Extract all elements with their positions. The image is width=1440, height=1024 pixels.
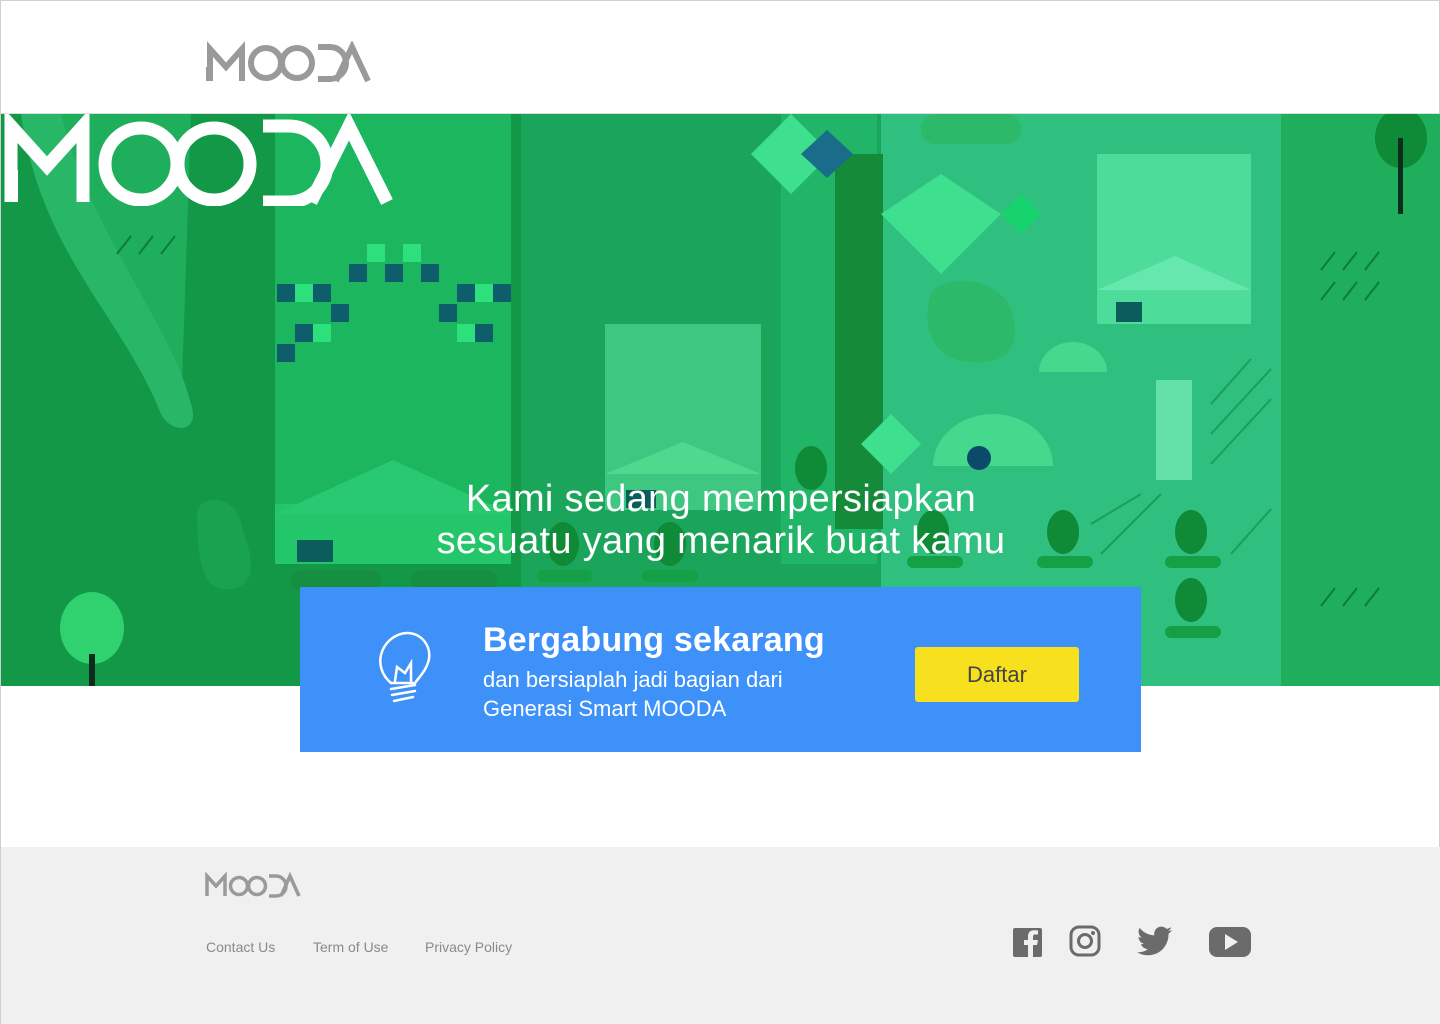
- cta-subtitle: dan bersiaplah jadi bagian dari Generasi…: [483, 665, 863, 723]
- instagram-icon[interactable]: [1069, 923, 1101, 959]
- twitter-icon[interactable]: [1137, 923, 1173, 959]
- page: Kami sedang mempersiapkan sesuatu yang m…: [0, 0, 1440, 1024]
- mooda-hero-logo: [4, 114, 393, 206]
- daftar-button[interactable]: Daftar: [915, 647, 1079, 702]
- footer-link-contact-us[interactable]: Contact Us: [206, 939, 275, 955]
- footer-link-term-of-use[interactable]: Term of Use: [313, 939, 388, 955]
- footer-mooda-logo[interactable]: [205, 872, 301, 898]
- cta-subtitle-line2: Generasi Smart MOODA: [483, 696, 727, 721]
- facebook-icon[interactable]: [1013, 923, 1043, 959]
- cta-title: Bergabung sekarang: [483, 621, 825, 659]
- lightbulb-icon: [379, 631, 431, 703]
- header: [1, 1, 1439, 114]
- mooda-logo[interactable]: [206, 41, 372, 83]
- youtube-icon[interactable]: [1209, 923, 1251, 959]
- hero-headline-line1: Kami sedang mempersiapkan: [465, 478, 977, 520]
- cta-subtitle-line1: dan bersiaplah jadi bagian dari: [483, 667, 783, 692]
- hero-headline: Kami sedang mempersiapkan sesuatu yang m…: [1, 478, 1440, 562]
- hero-headline-line2: sesuatu yang menarik buat kamu: [436, 520, 1006, 562]
- footer-link-privacy-policy[interactable]: Privacy Policy: [425, 939, 512, 955]
